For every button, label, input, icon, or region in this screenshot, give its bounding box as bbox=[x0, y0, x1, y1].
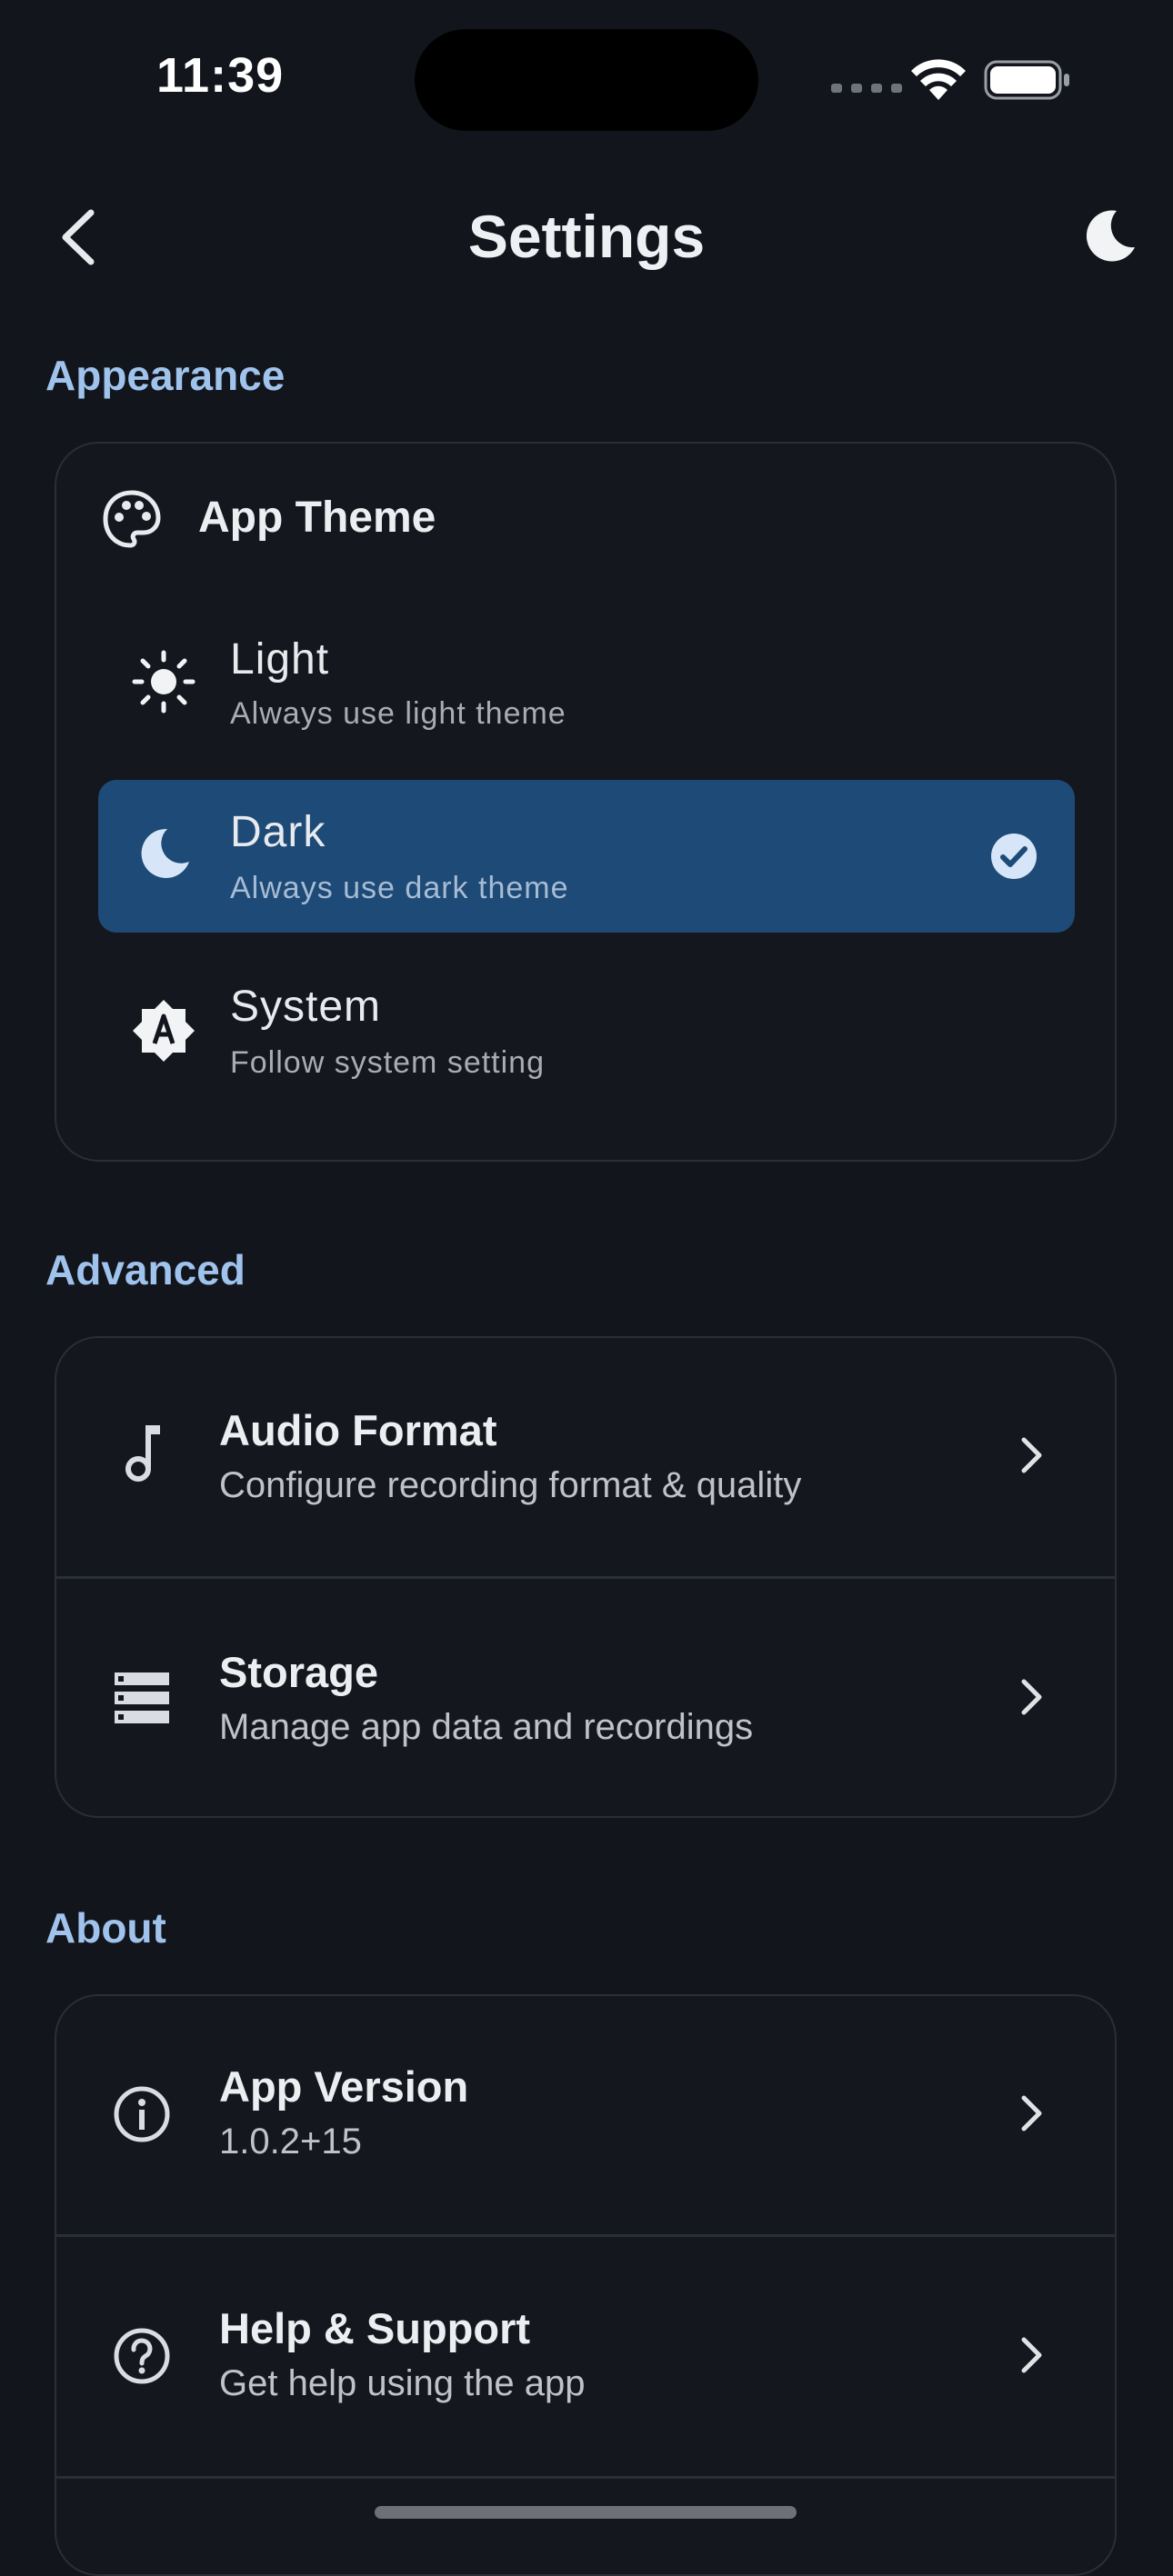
audio-format-item[interactable] bbox=[55, 1338, 1117, 1576]
cellular-signal-icon bbox=[831, 84, 902, 93]
item-title: Storage bbox=[219, 1648, 378, 1696]
item-subtitle: 1.0.2+15 bbox=[219, 2122, 362, 2162]
app-theme-label: App Theme bbox=[198, 494, 436, 542]
section-appearance: Appearance bbox=[45, 352, 286, 399]
music-note-icon bbox=[125, 1425, 160, 1482]
palette-icon bbox=[103, 490, 161, 548]
item-subtitle: Get help using the app bbox=[219, 2363, 586, 2403]
theme-option-subtitle: Always use dark theme bbox=[230, 871, 569, 905]
chevron-right-icon bbox=[1021, 2095, 1042, 2132]
item-subtitle: Configure recording format & quality bbox=[219, 1465, 802, 1505]
moon-icon[interactable] bbox=[1080, 207, 1138, 265]
help-support-item[interactable] bbox=[55, 2237, 1117, 2475]
theme-option-title: System bbox=[230, 983, 382, 1031]
app-version-item[interactable] bbox=[55, 1996, 1117, 2234]
wifi-icon bbox=[911, 59, 966, 100]
theme-option-subtitle: Always use light theme bbox=[230, 696, 566, 731]
check-circle-icon bbox=[991, 834, 1037, 879]
section-advanced: Advanced bbox=[45, 1246, 246, 1293]
storage-item[interactable] bbox=[55, 1579, 1117, 1815]
section-about: About bbox=[45, 1904, 166, 1952]
theme-option-subtitle: Follow system setting bbox=[230, 1045, 545, 1080]
item-title: Help & Support bbox=[219, 2304, 531, 2352]
chevron-right-icon bbox=[1021, 1437, 1042, 1473]
chevron-right-icon bbox=[1021, 1679, 1042, 1715]
storage-icon bbox=[115, 1672, 169, 1723]
status-time: 11:39 bbox=[156, 48, 285, 103]
sun-icon bbox=[132, 650, 196, 714]
chevron-right-icon bbox=[1021, 2337, 1042, 2373]
theme-option-title: Dark bbox=[230, 808, 326, 856]
item-title: Audio Format bbox=[219, 1406, 497, 1454]
page-title: Settings bbox=[467, 203, 706, 270]
theme-option-title: Light bbox=[230, 635, 330, 684]
dynamic-island bbox=[415, 29, 758, 131]
item-subtitle: Manage app data and recordings bbox=[219, 1707, 754, 1747]
battery-icon bbox=[984, 60, 1069, 100]
help-icon bbox=[114, 2328, 170, 2384]
moon-icon bbox=[141, 828, 189, 878]
home-indicator[interactable] bbox=[375, 2506, 797, 2519]
item-title: App Version bbox=[219, 2062, 469, 2111]
divider bbox=[55, 2476, 1117, 2479]
info-icon bbox=[114, 2086, 170, 2142]
brightness-auto-icon bbox=[133, 1000, 195, 1062]
